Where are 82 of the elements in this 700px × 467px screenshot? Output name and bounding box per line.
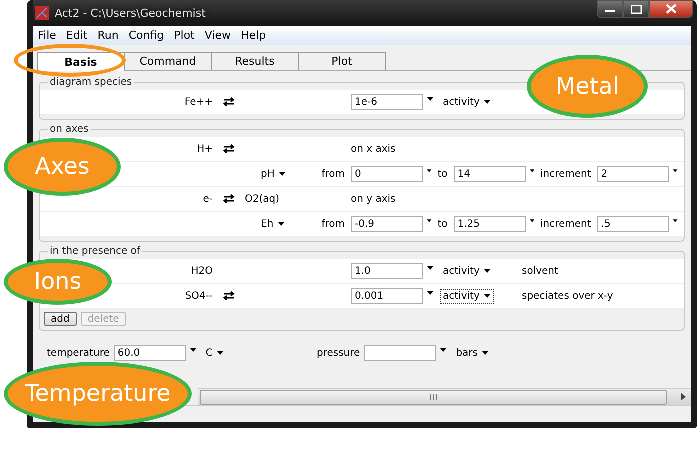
input-field[interactable]: .5: [597, 216, 670, 232]
input-field[interactable]: 1e-6: [351, 94, 423, 110]
input-field[interactable]: 2: [597, 166, 670, 182]
caret-icon[interactable]: [427, 266, 434, 270]
caret-icon[interactable]: [190, 348, 197, 352]
close-icon: [666, 4, 676, 14]
app-icon: [35, 6, 49, 20]
caret-icon[interactable]: [484, 294, 491, 298]
caret-icon[interactable]: [673, 169, 678, 173]
swap-icon[interactable]: [223, 144, 235, 154]
species-label: H+: [196, 144, 213, 154]
menu-item[interactable]: Config: [124, 29, 170, 42]
input-field[interactable]: 14: [454, 166, 526, 182]
axis-label: on y axis: [351, 194, 396, 204]
from-label: from: [320, 218, 346, 230]
from-label: from: [320, 168, 346, 180]
menu-item[interactable]: Plot: [169, 29, 200, 42]
caret-icon[interactable]: [673, 219, 678, 223]
species-label: e-: [202, 194, 213, 204]
menu-item[interactable]: File: [33, 29, 62, 42]
horizontal-scrollbar[interactable]: [198, 388, 691, 405]
group-title: on axes: [49, 124, 90, 135]
caret-icon[interactable]: [440, 348, 448, 352]
to-label: to: [438, 168, 448, 180]
menu-item[interactable]: Help: [236, 29, 272, 42]
axis-label: on x axis: [351, 144, 396, 154]
caret-icon[interactable]: [484, 100, 491, 104]
close-button[interactable]: [649, 0, 693, 18]
unit-dropdown[interactable]: C: [202, 346, 227, 360]
caret-icon[interactable]: [427, 219, 432, 223]
menu-item[interactable]: View: [200, 29, 236, 42]
window-title: Act2 - C:\Users\Geochemist: [55, 6, 206, 20]
unit-dropdown[interactable]: activity: [440, 288, 494, 304]
input-field[interactable]: 60.0: [114, 345, 186, 361]
increment-label: increment: [540, 218, 592, 230]
input-field[interactable]: 0.001: [351, 288, 423, 304]
input-field[interactable]: 1.0: [351, 263, 423, 279]
menu-item[interactable]: Edit: [61, 29, 93, 42]
minimize-button[interactable]: [597, 0, 623, 18]
caret-icon[interactable]: [530, 219, 534, 223]
unit-dropdown[interactable]: bars: [453, 346, 492, 360]
input-field[interactable]: 1.25: [454, 216, 526, 232]
variable-dropdown[interactable]: pH: [258, 166, 289, 182]
swap-icon[interactable]: [223, 291, 235, 301]
add-button[interactable]: add: [44, 312, 77, 326]
swap-icon[interactable]: [223, 194, 235, 204]
note-text: speciates over x-y: [522, 290, 614, 302]
unit-dropdown[interactable]: activity: [440, 264, 494, 278]
menu-item[interactable]: Run: [92, 29, 124, 42]
input-field[interactable]: [364, 345, 436, 361]
condition-label: pressure: [317, 348, 360, 358]
species-label: SO4--: [184, 290, 213, 302]
caret-icon[interactable]: [278, 222, 285, 226]
caret-icon[interactable]: [530, 169, 534, 173]
input-field[interactable]: -0.9: [351, 216, 423, 232]
group-title: diagram species: [49, 77, 134, 88]
to-label: to: [438, 218, 448, 230]
partner-species: O2(aq): [245, 194, 280, 204]
scroll-right-icon[interactable]: [681, 393, 687, 401]
input-field[interactable]: 0: [351, 166, 423, 182]
caret-icon[interactable]: [484, 269, 491, 273]
grip-icon: [430, 394, 438, 400]
species-label: H2O: [190, 266, 213, 276]
maximize-icon: [630, 4, 642, 14]
variable-dropdown[interactable]: Eh: [258, 216, 288, 232]
unit-dropdown[interactable]: activity: [440, 94, 494, 110]
species-label: Fe++: [184, 96, 213, 108]
caret-icon[interactable]: [216, 351, 224, 355]
tab[interactable]: Plot: [298, 52, 386, 70]
caret-icon[interactable]: [427, 169, 432, 173]
condition-label: temperature: [47, 348, 110, 358]
caret-icon[interactable]: [482, 351, 489, 355]
caret-icon[interactable]: [427, 97, 434, 101]
swap-icon[interactable]: [223, 97, 235, 107]
caret-icon[interactable]: [278, 172, 286, 176]
tab[interactable]: Basis: [37, 52, 125, 71]
caret-icon[interactable]: [427, 291, 434, 295]
note-text: solvent: [522, 266, 558, 276]
group-title: in the presence of: [49, 246, 142, 257]
maximize-button[interactable]: [623, 0, 649, 18]
increment-label: increment: [540, 168, 592, 180]
scrollbar-thumb[interactable]: [200, 390, 667, 404]
